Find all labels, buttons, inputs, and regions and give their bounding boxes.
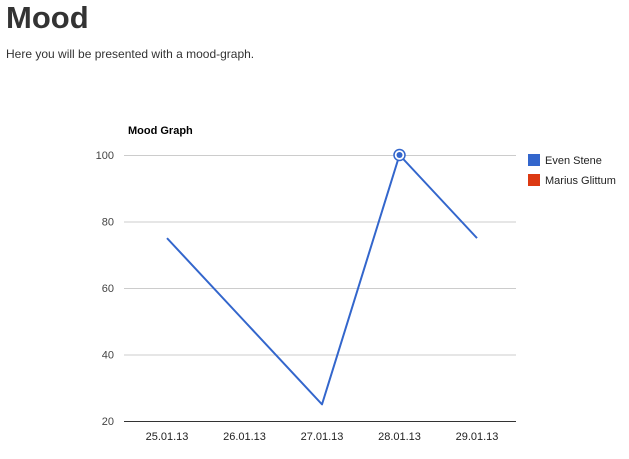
series-line-1 [166,154,478,406]
x-tick-label: 29.01.13 [456,431,499,443]
y-tick-label: 80 [102,217,114,229]
legend-swatch-2 [528,174,540,186]
legend-label-1: Even Stene [545,155,602,167]
mood-chart-svg: Mood Graph 20 40 60 80 100 25.01.13 26.01.13 27.… [96,125,616,443]
highlighted-point [396,152,403,158]
x-tick-label: 26.01.13 [223,431,266,443]
mood-chart: Mood Graph 20 40 60 80 100 25.01.13 26.01.13 27.… [0,0,629,459]
legend-swatch-1 [528,154,540,166]
chart-title: Mood Graph [128,125,193,137]
x-tick-label: 25.01.13 [146,431,189,443]
x-tick-label: 28.01.13 [378,431,421,443]
legend-label-2: Marius Glittum [545,175,616,187]
x-tick-label: 27.01.13 [301,431,344,443]
y-tick-label: 60 [102,283,114,295]
y-tick-label: 100 [96,150,114,162]
y-tick-label: 20 [102,416,114,428]
y-tick-label: 40 [102,350,114,362]
